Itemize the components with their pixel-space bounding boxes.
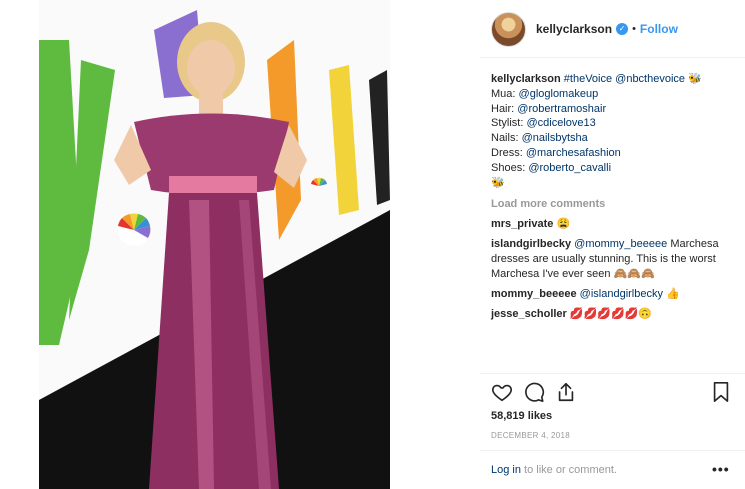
caption-line-mua: Mua: @gloglomakeup bbox=[491, 87, 599, 100]
post-panel: kellyclarkson ✓ • Follow kellyclarkson #… bbox=[480, 0, 745, 489]
bee-icon: 🐝 bbox=[688, 73, 702, 85]
caption-line-shoes: Shoes: @roberto_cavalli bbox=[491, 161, 612, 174]
heart-icon[interactable] bbox=[491, 381, 513, 403]
actions-divider bbox=[480, 373, 745, 374]
bee-icon: 🐝 bbox=[491, 176, 505, 189]
action-bar bbox=[491, 381, 736, 405]
caption-handle[interactable]: @cdicelove13 bbox=[526, 117, 595, 129]
caption-line-nails: Nails: @nailsbytsha bbox=[491, 132, 588, 145]
caption-handle[interactable]: @gloglomakeup bbox=[519, 88, 599, 100]
username[interactable]: kellyclarkson bbox=[536, 22, 612, 36]
separator-dot: • bbox=[632, 23, 636, 35]
belt bbox=[169, 176, 257, 193]
caption-line-hair: Hair: @robertramoshair bbox=[491, 102, 607, 115]
post-image bbox=[39, 0, 390, 489]
likes-count[interactable]: 58,819 likes bbox=[491, 410, 552, 422]
footer-divider bbox=[480, 450, 745, 451]
face bbox=[187, 40, 235, 96]
comments-list: mrs_private 😩 islandgirlbecky @mommy_bee… bbox=[491, 217, 736, 327]
login-prompt: Log in to like or comment. bbox=[491, 464, 617, 476]
comment-username[interactable]: mrs_private bbox=[491, 218, 553, 230]
comment-item: mrs_private 😩 bbox=[491, 217, 736, 232]
comment-mention[interactable]: @islandgirlbecky bbox=[580, 288, 663, 300]
share-icon[interactable] bbox=[555, 381, 577, 403]
caption: kellyclarkson #theVoice @nbcthevoice 🐝 M… bbox=[491, 72, 736, 190]
load-more-comments-button[interactable]: Load more comments bbox=[491, 198, 605, 210]
bookmark-icon[interactable] bbox=[711, 381, 731, 403]
comment-icon[interactable] bbox=[523, 381, 545, 403]
verified-badge-icon: ✓ bbox=[616, 23, 629, 35]
caption-handle[interactable]: @marchesafashion bbox=[526, 147, 621, 159]
login-text: to like or comment. bbox=[524, 464, 617, 476]
follow-button[interactable]: Follow bbox=[640, 22, 678, 36]
post-date: DECEMBER 4, 2018 bbox=[491, 431, 571, 440]
caption-handle[interactable]: @roberto_cavalli bbox=[528, 162, 611, 174]
caption-username[interactable]: kellyclarkson bbox=[491, 73, 561, 85]
comment-username[interactable]: mommy_beeeee bbox=[491, 288, 577, 300]
caption-tags[interactable]: #theVoice @nbcthevoice bbox=[564, 73, 685, 85]
comment-item: mommy_beeeee @islandgirlbecky 👍 bbox=[491, 287, 736, 302]
more-options-button[interactable]: ••• bbox=[712, 461, 730, 477]
comment-text: 😩 bbox=[556, 218, 571, 230]
comment-mention[interactable]: @mommy_beeeee bbox=[574, 238, 667, 250]
comment-text: 💋💋💋💋💋🙃 bbox=[569, 308, 653, 320]
caption-handle[interactable]: @nailsbytsha bbox=[522, 132, 588, 144]
caption-line-stylist: Stylist: @cdicelove13 bbox=[491, 117, 596, 130]
avatar[interactable] bbox=[491, 11, 526, 47]
comment-username[interactable]: jesse_scholler bbox=[491, 308, 567, 320]
post-header: kellyclarkson ✓ • Follow bbox=[491, 10, 678, 48]
comment-username[interactable]: islandgirlbecky bbox=[491, 238, 571, 250]
login-link[interactable]: Log in bbox=[491, 464, 521, 476]
post-photo[interactable] bbox=[39, 0, 390, 489]
caption-line-dress: Dress: @marchesafashion bbox=[491, 146, 621, 159]
caption-handle[interactable]: @robertramoshair bbox=[517, 103, 606, 115]
header-divider bbox=[480, 57, 745, 58]
comment-text: 👍 bbox=[666, 288, 680, 300]
comment-item: islandgirlbecky @mommy_beeeee Marchesa d… bbox=[491, 237, 736, 282]
comment-item: jesse_scholler 💋💋💋💋💋🙃 bbox=[491, 307, 736, 322]
